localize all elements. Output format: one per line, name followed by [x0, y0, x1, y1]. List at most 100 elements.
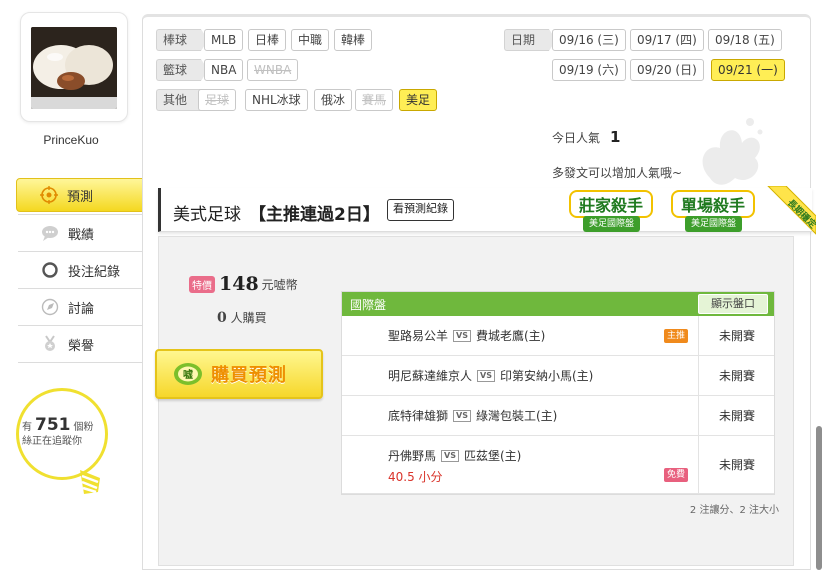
- away-team: 明尼蘇達維京人: [388, 369, 473, 383]
- scrollbar[interactable]: [816, 426, 822, 570]
- table-row[interactable]: 丹佛野馬 VS 匹茲堡(主) 40.5 小分 免費 未開賽: [342, 436, 774, 494]
- bulb-base-icon: [80, 470, 100, 494]
- avatar-image: [31, 27, 117, 109]
- home-team: 匹茲堡(主): [463, 449, 522, 463]
- match-status: 未開賽: [698, 436, 775, 493]
- chat-bubble-icon: [40, 223, 60, 243]
- splash-decoration-icon: [702, 118, 763, 185]
- show-line-button[interactable]: 顯示盤口: [698, 294, 768, 314]
- filter-label-other: 其他: [156, 89, 209, 111]
- match-status: 未開賽: [698, 396, 775, 435]
- chip-nba[interactable]: NBA: [204, 59, 244, 81]
- away-team: 聖路易公羊: [388, 329, 449, 343]
- table-row[interactable]: 底特律雄獅 VS 綠灣包裝工(主) 未開賽: [342, 396, 774, 436]
- target-icon: [39, 185, 59, 205]
- chip-kbo[interactable]: 韓棒: [334, 29, 373, 51]
- buyers-label: 人購買: [230, 311, 267, 325]
- chip-american-football[interactable]: 美足: [399, 89, 438, 111]
- chip-nhl[interactable]: NHL冰球: [245, 89, 308, 111]
- popularity: 今日人氣 1: [552, 128, 620, 146]
- chip-npb[interactable]: 日棒: [248, 29, 287, 51]
- chip-wnba: WNBA: [247, 59, 299, 81]
- odds-table: 國際盤 顯示盤口 聖路易公羊 VS 費城老鷹(主) 主推 未開賽 明尼蘇達維京人 VS…: [341, 291, 775, 495]
- medal-icon: [40, 334, 60, 354]
- follower-suffix: 絲正在追蹤你: [22, 436, 82, 447]
- buy-button-label: 購買預測: [211, 365, 287, 386]
- buyers: 0 人購買: [217, 309, 267, 326]
- home-team: 綠灣包裝工(主): [475, 409, 558, 423]
- sidebar-item-bet-history[interactable]: 投注紀錄: [18, 252, 142, 288]
- vs-icon: VS: [453, 329, 471, 342]
- chip-khl[interactable]: 俄冰: [314, 89, 353, 111]
- chip-mlb[interactable]: MLB: [204, 29, 244, 51]
- avatar[interactable]: [31, 27, 117, 109]
- price: 特價 148 元嘘幣: [189, 273, 298, 295]
- match: 丹佛野馬 VS 匹茲堡(主): [388, 447, 521, 464]
- badge-title: 莊家殺手: [569, 190, 654, 218]
- follower-unit: 個粉: [73, 422, 94, 433]
- filter-label-date: 日期: [504, 29, 557, 51]
- chip-soccer: 足球: [198, 89, 237, 111]
- sidebar-item-honors[interactable]: 榮譽: [18, 326, 142, 362]
- sidebar-item-label: 戰績: [68, 227, 95, 243]
- badge-title: 單場殺手: [671, 190, 756, 218]
- ring-icon: [40, 260, 60, 280]
- special-price-tag: 特價: [189, 275, 215, 293]
- vs-icon: VS: [453, 409, 471, 422]
- date-chip-0919[interactable]: 09/19 (六): [552, 59, 626, 81]
- date-chip-0920[interactable]: 09/20 (日): [630, 59, 704, 81]
- content-box: 特價 148 元嘘幣 0 人購買 嘘 購買預測 國際盤 顯示盤口 聖路易公羊 VS…: [155, 236, 794, 566]
- price-currency: 元嘘幣: [261, 277, 298, 292]
- buy-prediction-button[interactable]: 嘘 購買預測: [155, 349, 323, 399]
- sidebar-item-predictions[interactable]: 預測: [16, 178, 158, 212]
- match-status: 未開賽: [698, 316, 775, 355]
- sidebar-item-label: 討論: [68, 301, 95, 317]
- free-tag: 免費: [664, 468, 689, 482]
- sidebar-item-discussion[interactable]: 討論: [18, 289, 142, 325]
- follower-count: 有 751 個粉 絲正在追蹤你: [22, 415, 94, 449]
- sidebar-item-label: 投注紀錄: [68, 264, 121, 280]
- date-chip-0918[interactable]: 09/18 (五): [708, 29, 782, 51]
- sidebar-item-label: 預測: [67, 189, 94, 205]
- buyers-count: 0: [217, 310, 227, 326]
- match: 底特律雄獅 VS 綠灣包裝工(主): [388, 407, 557, 424]
- date-chip-0921[interactable]: 09/21 (一): [711, 59, 785, 81]
- filter-label-baseball: 棒球: [156, 29, 209, 51]
- sport-name: 美式足球: [173, 205, 241, 225]
- avatar-card: [20, 12, 128, 122]
- table-row[interactable]: 聖路易公羊 VS 費城老鷹(主) 主推 未開賽: [342, 316, 774, 356]
- popularity-value: 1: [610, 128, 621, 146]
- chip-horse-racing: 賽馬: [355, 89, 394, 111]
- badge-subtitle: 美足國際盤: [583, 216, 641, 232]
- away-team: 丹佛野馬: [388, 449, 437, 463]
- filter-label-basketball: 籃球: [156, 59, 209, 81]
- pick-value: 40.5 小分: [388, 470, 443, 484]
- coin-icon: 嘘: [174, 363, 202, 385]
- date-chip-0916[interactable]: 09/16 (三): [552, 29, 626, 51]
- home-team: 印第安納小馬(主): [499, 369, 594, 383]
- username[interactable]: PrinceKuo: [0, 133, 142, 147]
- follower-number: 751: [35, 415, 71, 435]
- odds-title: 國際盤: [350, 298, 387, 312]
- history-button[interactable]: 看預測紀錄: [387, 199, 454, 221]
- date-chip-0917[interactable]: 09/17 (四): [630, 29, 704, 51]
- divider: [18, 362, 142, 363]
- sidebar-item-label: 榮譽: [68, 338, 95, 354]
- table-row[interactable]: 明尼蘇達維京人 VS 印第安納小馬(主) 未開賽: [342, 356, 774, 396]
- odds-table-header: 國際盤 顯示盤口: [342, 292, 774, 316]
- popularity-label: 今日人氣: [552, 131, 601, 145]
- main-pick-tag: 主推: [664, 329, 689, 343]
- chip-cpbl[interactable]: 中職: [291, 29, 330, 51]
- compass-icon: [40, 297, 60, 317]
- sidebar-item-record[interactable]: 戰績: [18, 215, 142, 251]
- coin-icon-text: 嘘: [183, 368, 193, 381]
- sidebar: PrinceKuo 預測 戰績 投注紀錄 討論 榮譽 有 751 個粉 絲正在追…: [0, 0, 158, 570]
- home-team: 費城老鷹(主): [475, 329, 546, 343]
- streak-label: 【主推連過2日】: [249, 205, 380, 225]
- badge-subtitle: 美足國際盤: [685, 216, 743, 232]
- vs-icon: VS: [477, 369, 495, 382]
- match: 聖路易公羊 VS 費城老鷹(主): [388, 327, 545, 344]
- price-value: 148: [219, 273, 259, 295]
- away-team: 底特律雄獅: [388, 409, 449, 423]
- vs-icon: VS: [441, 449, 459, 462]
